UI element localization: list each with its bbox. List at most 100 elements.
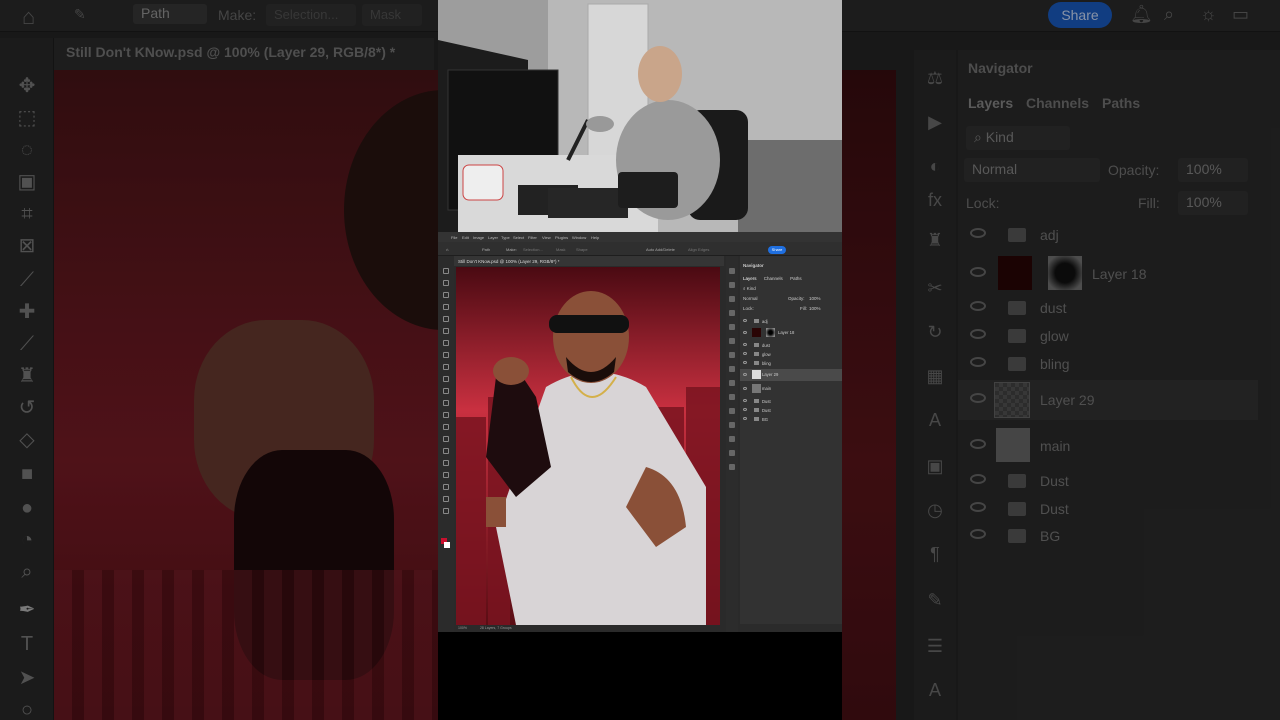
layer-row[interactable]: main — [740, 383, 842, 395]
fill-field[interactable]: 100% — [809, 306, 821, 311]
play-icon[interactable] — [729, 282, 735, 288]
align-edges-checkbox[interactable]: Align Edges — [688, 247, 709, 252]
menu-layer[interactable]: Layer — [488, 235, 498, 240]
make-shape-button[interactable]: Shape — [576, 247, 588, 252]
eyedropper-tool-icon[interactable] — [443, 340, 449, 346]
history-brush-icon[interactable] — [443, 388, 449, 394]
search-icon: ⌕ — [743, 286, 746, 291]
hand-tool-icon[interactable] — [443, 496, 449, 502]
menu-image[interactable]: Image — [473, 235, 484, 240]
visibility-eye-icon[interactable] — [743, 417, 747, 420]
gradient-tool-icon[interactable] — [443, 412, 449, 418]
zoom-level[interactable]: 100% — [458, 626, 467, 630]
zoom-tool-icon[interactable] — [443, 508, 449, 514]
fx-icon[interactable] — [729, 310, 735, 316]
lasso-tool-icon[interactable] — [443, 292, 449, 298]
blend-row: Normal Opacity: 100% — [743, 296, 839, 303]
make-selection-button[interactable]: Selection... — [523, 247, 543, 252]
stamp-icon[interactable] — [729, 324, 735, 330]
move-tool-icon[interactable] — [443, 268, 449, 274]
history-icon[interactable] — [729, 408, 735, 414]
mini-panel-icons — [726, 256, 738, 632]
color-icon[interactable] — [729, 296, 735, 302]
stamp-tool-icon[interactable] — [443, 376, 449, 382]
layer-name: Dust — [762, 408, 771, 413]
visibility-eye-icon[interactable] — [743, 408, 747, 411]
share-button[interactable]: Share — [768, 246, 786, 254]
marquee-tool-icon[interactable] — [443, 280, 449, 286]
layer-row[interactable]: adj — [740, 317, 842, 326]
mini-tools-panel — [438, 256, 454, 632]
pen-tool-icon[interactable] — [443, 448, 449, 454]
tab-paths[interactable]: Paths — [790, 276, 802, 281]
layer-name: adj — [762, 319, 768, 324]
artwork-image — [456, 267, 720, 625]
rotate-icon[interactable] — [729, 352, 735, 358]
home-icon[interactable]: ⌂ — [446, 247, 448, 252]
visibility-eye-icon[interactable] — [743, 319, 747, 322]
menu-select[interactable]: Select — [513, 235, 524, 240]
menu-type[interactable]: Type — [501, 235, 510, 240]
visibility-eye-icon[interactable] — [743, 387, 747, 390]
scissors-icon[interactable] — [729, 338, 735, 344]
document-tab[interactable]: Still Don't KNow.psd @ 100% (Layer 29, R… — [454, 256, 724, 266]
make-label: Make: — [506, 247, 517, 252]
folder-icon — [754, 361, 759, 365]
menu-window[interactable]: Window — [572, 235, 586, 240]
layer-row[interactable]: bling — [740, 359, 842, 368]
libraries-icon[interactable] — [729, 394, 735, 400]
path-mode-select[interactable]: Path — [482, 247, 490, 252]
tab-channels[interactable]: Channels — [764, 276, 783, 281]
visibility-eye-icon[interactable] — [743, 331, 747, 334]
layer-row[interactable]: Layer 18 — [740, 327, 842, 339]
visibility-eye-icon[interactable] — [743, 352, 747, 355]
grid-icon[interactable] — [729, 366, 735, 372]
object-select-tool-icon[interactable] — [443, 304, 449, 310]
background-color-swatch[interactable] — [444, 542, 450, 548]
visibility-eye-icon[interactable] — [743, 373, 747, 376]
opacity-label: Opacity: — [788, 296, 805, 301]
layer-row[interactable]: Dust — [740, 406, 842, 415]
layer-row[interactable]: Dust — [740, 397, 842, 406]
glyph-icon[interactable] — [729, 380, 735, 386]
healing-tool-icon[interactable] — [443, 352, 449, 358]
menu-help[interactable]: Help — [591, 235, 599, 240]
menu-plugins[interactable]: Plugins — [555, 235, 568, 240]
layer-row[interactable]: glow — [740, 350, 842, 359]
filter-kind-select[interactable]: Kind — [747, 286, 756, 291]
adjust-icon[interactable] — [729, 268, 735, 274]
layer-row-selected[interactable]: Layer 29 — [740, 369, 842, 381]
frame-tool-icon[interactable] — [443, 328, 449, 334]
menu-view[interactable]: View — [542, 235, 551, 240]
visibility-eye-icon[interactable] — [743, 343, 747, 346]
brush-tool-icon[interactable] — [443, 364, 449, 370]
make-mask-button[interactable]: Mask — [556, 247, 566, 252]
layer-name: BG — [762, 417, 769, 422]
dodge-tool-icon[interactable] — [443, 436, 449, 442]
paragraph-icon[interactable] — [729, 422, 735, 428]
character-icon[interactable] — [729, 464, 735, 470]
type-tool-icon[interactable] — [443, 460, 449, 466]
navigator-title[interactable]: Navigator — [743, 263, 764, 268]
opacity-field[interactable]: 100% — [809, 296, 821, 301]
menu-edit[interactable]: Edit — [462, 235, 469, 240]
blur-tool-icon[interactable] — [443, 424, 449, 430]
eraser-tool-icon[interactable] — [443, 400, 449, 406]
layer-row[interactable]: BG — [740, 415, 842, 424]
visibility-eye-icon[interactable] — [743, 361, 747, 364]
crop-tool-icon[interactable] — [443, 316, 449, 322]
blend-mode-select[interactable]: Normal — [743, 296, 758, 301]
path-select-tool-icon[interactable] — [443, 472, 449, 478]
mini-layers-panel: Navigator Layers Channels Paths ⌕ Kind N… — [740, 256, 842, 632]
tab-layers[interactable]: Layers — [743, 276, 757, 281]
visibility-eye-icon[interactable] — [743, 399, 747, 402]
folder-icon — [754, 417, 759, 421]
shape-tool-icon[interactable] — [443, 484, 449, 490]
layer-row[interactable]: dust — [740, 341, 842, 350]
menu-file[interactable]: File — [451, 235, 457, 240]
menu-filter[interactable]: Filter — [528, 235, 537, 240]
brush-settings-icon[interactable] — [729, 436, 735, 442]
layer-mask-thumbnail — [766, 328, 775, 337]
properties-icon[interactable] — [729, 450, 735, 456]
auto-add-delete-checkbox[interactable]: Auto Add/Delete — [646, 247, 675, 252]
